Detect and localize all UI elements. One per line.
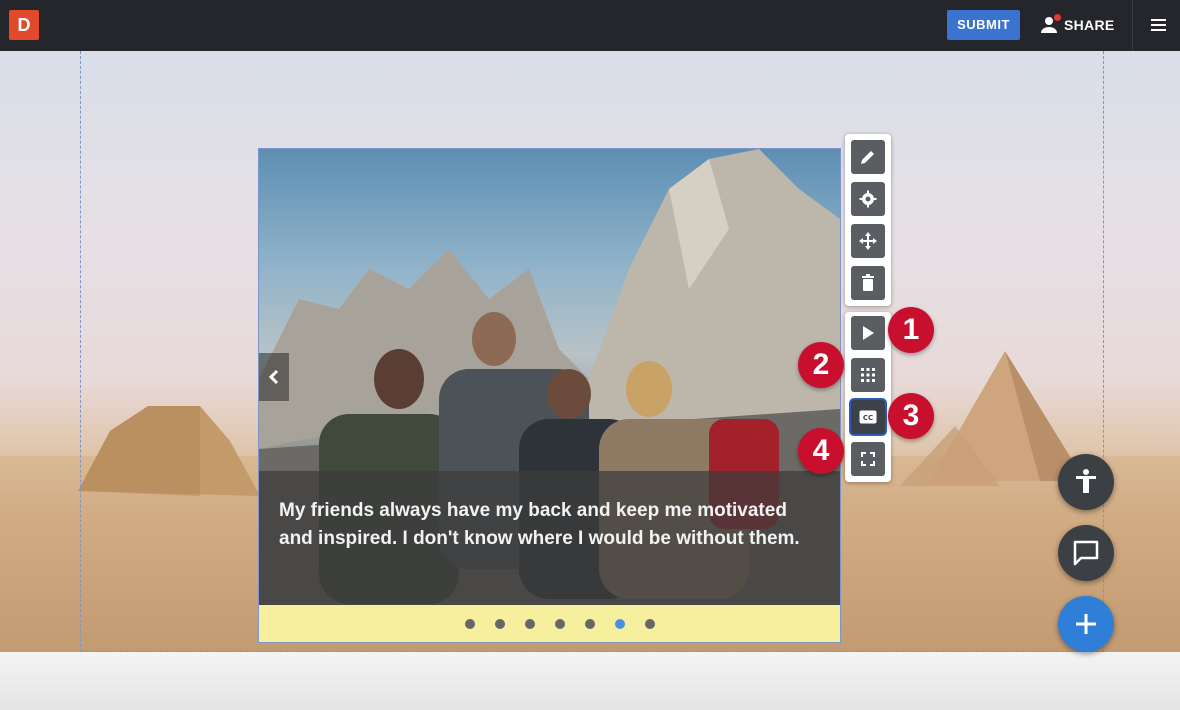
trash-icon (862, 274, 874, 291)
chevron-left-icon (268, 369, 279, 385)
submit-button[interactable]: SUBMIT (947, 10, 1020, 40)
closed-captions-icon: CC (859, 410, 877, 424)
slide-dot-2[interactable] (494, 619, 505, 629)
topbar-divider (1132, 0, 1133, 51)
slide-dot-4[interactable] (554, 619, 565, 629)
add-block-button[interactable] (1058, 596, 1114, 652)
callout-badge-2: 2 (798, 342, 844, 388)
hamburger-menu-icon[interactable] (1148, 15, 1170, 35)
gear-icon (859, 190, 877, 208)
svg-text:CC: CC (863, 414, 873, 422)
slide-caption: My friends always have my back and keep … (279, 500, 800, 549)
accessibility-button[interactable] (1058, 454, 1114, 510)
grid-view-button[interactable] (851, 358, 885, 392)
callout-badge-1: 1 (888, 307, 934, 353)
slide-dots (259, 619, 840, 629)
top-bar: D SUBMIT SHARE (0, 0, 1180, 51)
footer-area (0, 652, 1180, 710)
notification-dot (1054, 14, 1061, 21)
slide-dot-6[interactable] (614, 619, 625, 629)
slide-dot-5[interactable] (584, 619, 595, 629)
slide-dot-3[interactable] (524, 619, 535, 629)
plus-icon (1076, 614, 1096, 634)
fullscreen-button[interactable] (851, 442, 885, 476)
edit-button[interactable] (851, 140, 885, 174)
share-button[interactable]: SHARE (1040, 12, 1115, 38)
accessibility-icon (1076, 469, 1096, 493)
person-icon (1040, 14, 1061, 34)
closed-captions-button[interactable]: CC (851, 400, 885, 434)
block-toolbar (845, 134, 891, 306)
callout-badge-4: 4 (798, 428, 844, 474)
slider-toolbar: CC (845, 312, 891, 482)
slide-dot-1[interactable] (464, 619, 475, 629)
settings-button[interactable] (851, 182, 885, 216)
share-label: SHARE (1064, 17, 1115, 33)
play-button[interactable] (851, 316, 885, 350)
delete-button[interactable] (851, 266, 885, 300)
move-button[interactable] (851, 224, 885, 258)
callout-badge-3: 3 (888, 393, 934, 439)
chat-button[interactable] (1058, 525, 1114, 581)
previous-slide-button[interactable] (259, 353, 289, 401)
grid-icon (861, 368, 875, 382)
app-logo[interactable]: D (9, 10, 39, 40)
move-arrows-icon (859, 232, 877, 250)
play-icon (863, 326, 874, 340)
fullscreen-icon (861, 452, 875, 466)
chat-bubble-icon (1073, 540, 1099, 566)
slide-dot-7[interactable] (644, 619, 655, 629)
layout-guide-left (80, 51, 81, 652)
image-slider[interactable]: My friends always have my back and keep … (258, 148, 841, 643)
pencil-icon (861, 151, 874, 164)
